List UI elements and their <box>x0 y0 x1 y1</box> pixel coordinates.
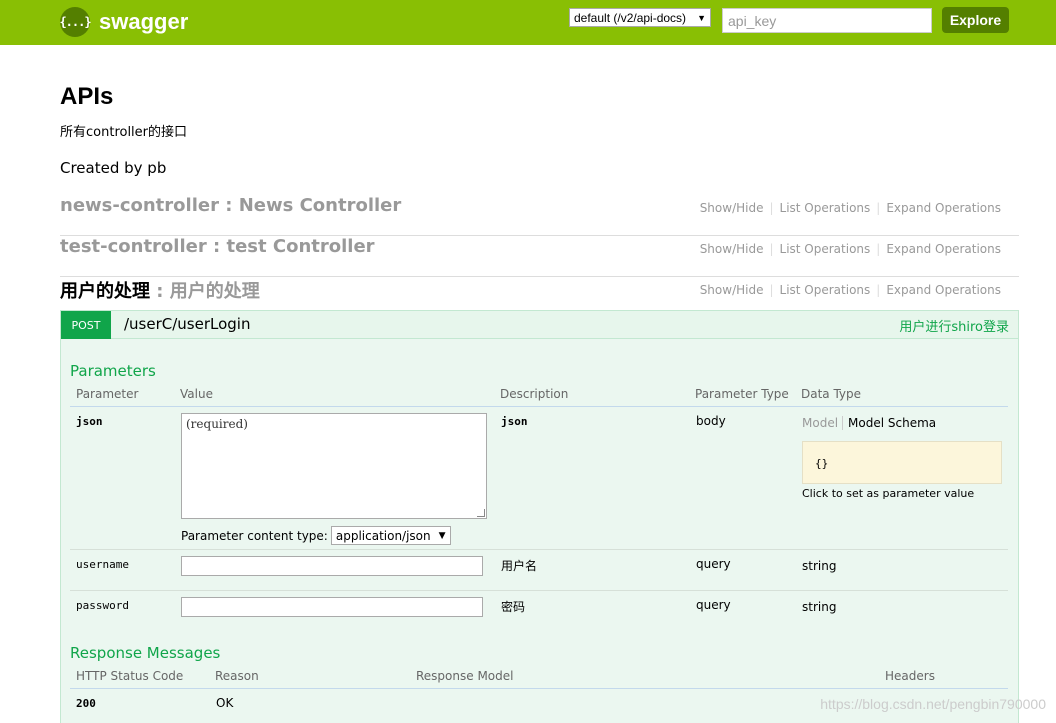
resource-ops: Show/Hide | List Operations | Expand Opera… <box>694 201 1007 215</box>
explore-button[interactable]: Explore <box>942 7 1009 33</box>
resource-description: News Controller <box>238 195 402 216</box>
param-name: password <box>76 599 129 612</box>
col-header-reason: Reason <box>215 669 259 683</box>
show-hide-link[interactable]: Show/Hide <box>694 242 770 256</box>
tab-model-schema[interactable]: Model Schema <box>843 416 936 430</box>
col-header-description: Description <box>500 387 569 401</box>
col-header-headers: Headers <box>885 669 935 683</box>
table-header-divider <box>70 688 1008 689</box>
api-description: 所有controller的接口 <box>60 125 188 140</box>
resource-separator: : <box>218 195 239 216</box>
username-input[interactable] <box>181 556 483 576</box>
created-by: Created by pb <box>60 159 167 177</box>
json-body-textarea[interactable]: (required) <box>181 413 487 519</box>
param-description: json <box>501 415 528 428</box>
resource-description: test Controller <box>226 236 375 257</box>
row-divider <box>70 549 1008 550</box>
swagger-logo-text: swagger <box>99 9 189 34</box>
resource-news-controller: news-controller : News Controller Show/H… <box>60 195 1019 236</box>
resource-name: test-controller <box>60 236 207 257</box>
resize-handle-icon[interactable] <box>477 509 485 517</box>
list-operations-link[interactable]: List Operations <box>774 283 877 297</box>
param-data-type: string <box>802 600 837 614</box>
row-divider <box>70 590 1008 591</box>
content-type-select[interactable]: application/json ▼ <box>330 526 451 545</box>
list-operations-link[interactable]: List Operations <box>774 201 877 215</box>
response-reason: OK <box>216 696 234 710</box>
col-header-data-type: Data Type <box>801 387 862 401</box>
param-name: json <box>76 415 103 428</box>
show-hide-link[interactable]: Show/Hide <box>694 283 770 297</box>
resource-test-controller: test-controller : test Controller Show/H… <box>60 236 1019 277</box>
param-description: 密码 <box>501 600 526 614</box>
response-code: 200 <box>76 697 96 710</box>
list-operations-link[interactable]: List Operations <box>774 242 877 256</box>
param-type: query <box>696 557 731 571</box>
resource-ops: Show/Hide | List Operations | Expand Opera… <box>694 283 1007 297</box>
table-header-divider <box>70 406 1008 407</box>
operation-summary[interactable]: 用户进行shiro登录 <box>899 316 1009 335</box>
model-schema-box[interactable]: {} <box>802 441 1002 484</box>
spec-select-value: default (/v2/api-docs) <box>574 10 687 25</box>
operation-header[interactable]: POST /userC/userLogin 用户进行shiro登录 <box>60 310 1019 339</box>
model-hint: Click to set as parameter value <box>802 487 975 500</box>
top-bar: {...} swagger default (/v2/api-docs) ▼ a… <box>0 0 1056 45</box>
resource-separator: : <box>150 281 170 302</box>
param-type: body <box>696 414 726 428</box>
content-type-row: Parameter content type: application/json… <box>181 526 451 545</box>
parameters-title: Parameters <box>70 362 156 380</box>
col-header-value: Value <box>180 387 213 401</box>
resource-name: news-controller <box>60 195 219 216</box>
model-tabs: Model Model Schema <box>802 416 936 430</box>
chevron-down-icon: ▼ <box>697 12 706 23</box>
operation-path[interactable]: /userC/userLogin <box>124 315 250 333</box>
resource-heading[interactable]: test-controller : test Controller <box>60 236 375 257</box>
swagger-logo-icon: {...} <box>59 7 92 37</box>
http-method-badge[interactable]: POST <box>61 311 111 339</box>
chevron-down-icon: ▼ <box>438 530 446 541</box>
expand-operations-link[interactable]: Expand Operations <box>880 201 1007 215</box>
response-messages-title: Response Messages <box>70 644 221 662</box>
resource-description: 用户的处理 <box>169 281 260 302</box>
api-key-input[interactable]: api_key <box>722 8 932 33</box>
show-hide-link[interactable]: Show/Hide <box>694 201 770 215</box>
col-header-response-model: Response Model <box>416 669 514 683</box>
resource-ops: Show/Hide | List Operations | Expand Opera… <box>694 242 1007 256</box>
resource-heading[interactable]: 用户的处理 : 用户的处理 <box>60 277 260 303</box>
resource-name: 用户的处理 <box>60 281 150 302</box>
param-description: 用户名 <box>501 559 538 573</box>
expand-operations-link[interactable]: Expand Operations <box>880 283 1007 297</box>
watermark: https://blog.csdn.net/pengbin790000 <box>820 696 1046 712</box>
textarea-placeholder: (required) <box>186 417 248 431</box>
password-input[interactable] <box>181 597 483 617</box>
param-data-type: string <box>802 559 837 573</box>
param-type: query <box>696 598 731 612</box>
expand-operations-link[interactable]: Expand Operations <box>880 242 1007 256</box>
resource-heading[interactable]: news-controller : News Controller <box>60 195 401 216</box>
col-header-parameter: Parameter <box>76 387 139 401</box>
page-title: APIs <box>60 83 114 110</box>
swagger-logo[interactable]: {...} swagger <box>59 7 189 37</box>
spec-select[interactable]: default (/v2/api-docs) ▼ <box>569 8 711 27</box>
param-name: username <box>76 558 129 571</box>
resource-separator: : <box>206 236 227 257</box>
col-header-status-code: HTTP Status Code <box>76 669 184 683</box>
tab-model[interactable]: Model <box>802 416 844 430</box>
col-header-parameter-type: Parameter Type <box>695 387 789 401</box>
content-type-value: application/json <box>335 528 431 543</box>
content-type-label: Parameter content type: <box>181 528 328 543</box>
